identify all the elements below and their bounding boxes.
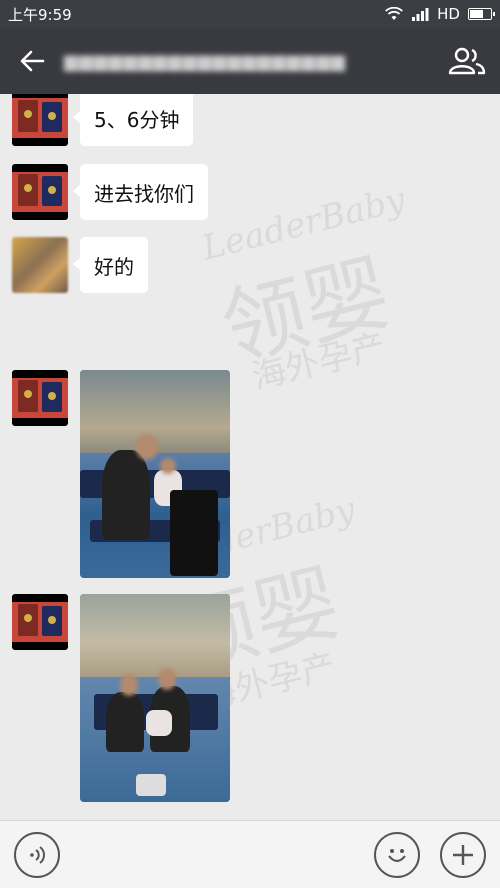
message-row <box>12 594 230 802</box>
plus-icon <box>453 844 473 865</box>
message-bubble[interactable]: 5、6分钟 <box>72 94 194 146</box>
message-row: 好的 <box>12 237 148 293</box>
network-type-label: HD <box>437 5 460 23</box>
sender-avatar[interactable] <box>12 370 68 426</box>
signal-icon <box>412 8 429 21</box>
back-button[interactable] <box>0 28 64 94</box>
chat-header: ▆▆▆▆▆▆▆▆▆▆▆▆▆▆▆▆▆▆▆ <box>0 28 500 94</box>
message-text: 进去找你们 <box>94 181 194 206</box>
emoji-button[interactable] <box>374 831 420 878</box>
sender-avatar[interactable] <box>12 94 68 146</box>
voice-input-button[interactable] <box>14 831 60 878</box>
battery-icon <box>468 8 495 20</box>
message-row: 5、6分钟 <box>12 94 194 146</box>
chat-input-bar <box>0 820 500 888</box>
message-text: 好的 <box>94 254 134 279</box>
back-arrow-icon <box>20 50 45 72</box>
status-time: 上午9:59 <box>8 5 72 24</box>
image-message[interactable] <box>80 594 230 802</box>
chat-message-list[interactable]: LeaderBaby 领婴 海外孕产 LeaderBaby 领婴 海外孕产 5、… <box>0 94 500 820</box>
message-text: 5、6分钟 <box>94 107 180 132</box>
message-row <box>12 370 230 578</box>
sender-avatar[interactable] <box>12 164 68 220</box>
watermark-tagline: 海外孕产 <box>248 326 390 398</box>
wifi-icon <box>385 7 403 20</box>
group-members-button[interactable] <box>434 28 500 94</box>
more-options-button[interactable] <box>440 831 486 878</box>
chat-title-blurred: ▆▆▆▆▆▆▆▆▆▆▆▆▆▆▆▆▆▆▆ <box>64 50 347 72</box>
emoji-icon <box>388 848 406 862</box>
battery-fill <box>470 10 483 18</box>
message-bubble[interactable]: 好的 <box>73 237 148 293</box>
status-bar: 上午9:59 HD <box>0 0 500 28</box>
image-message[interactable] <box>80 370 230 578</box>
voice-input-icon <box>30 845 45 864</box>
sender-avatar[interactable] <box>12 237 68 293</box>
status-indicators: HD <box>385 5 495 23</box>
group-members-icon <box>448 47 486 75</box>
message-row: 进去找你们 <box>12 164 208 220</box>
watermark-brand: LeaderBaby <box>198 179 410 269</box>
sender-avatar[interactable] <box>12 594 68 650</box>
watermark-brand-cn: 领婴 <box>212 242 399 379</box>
message-bubble[interactable]: 进去找你们 <box>73 164 208 220</box>
